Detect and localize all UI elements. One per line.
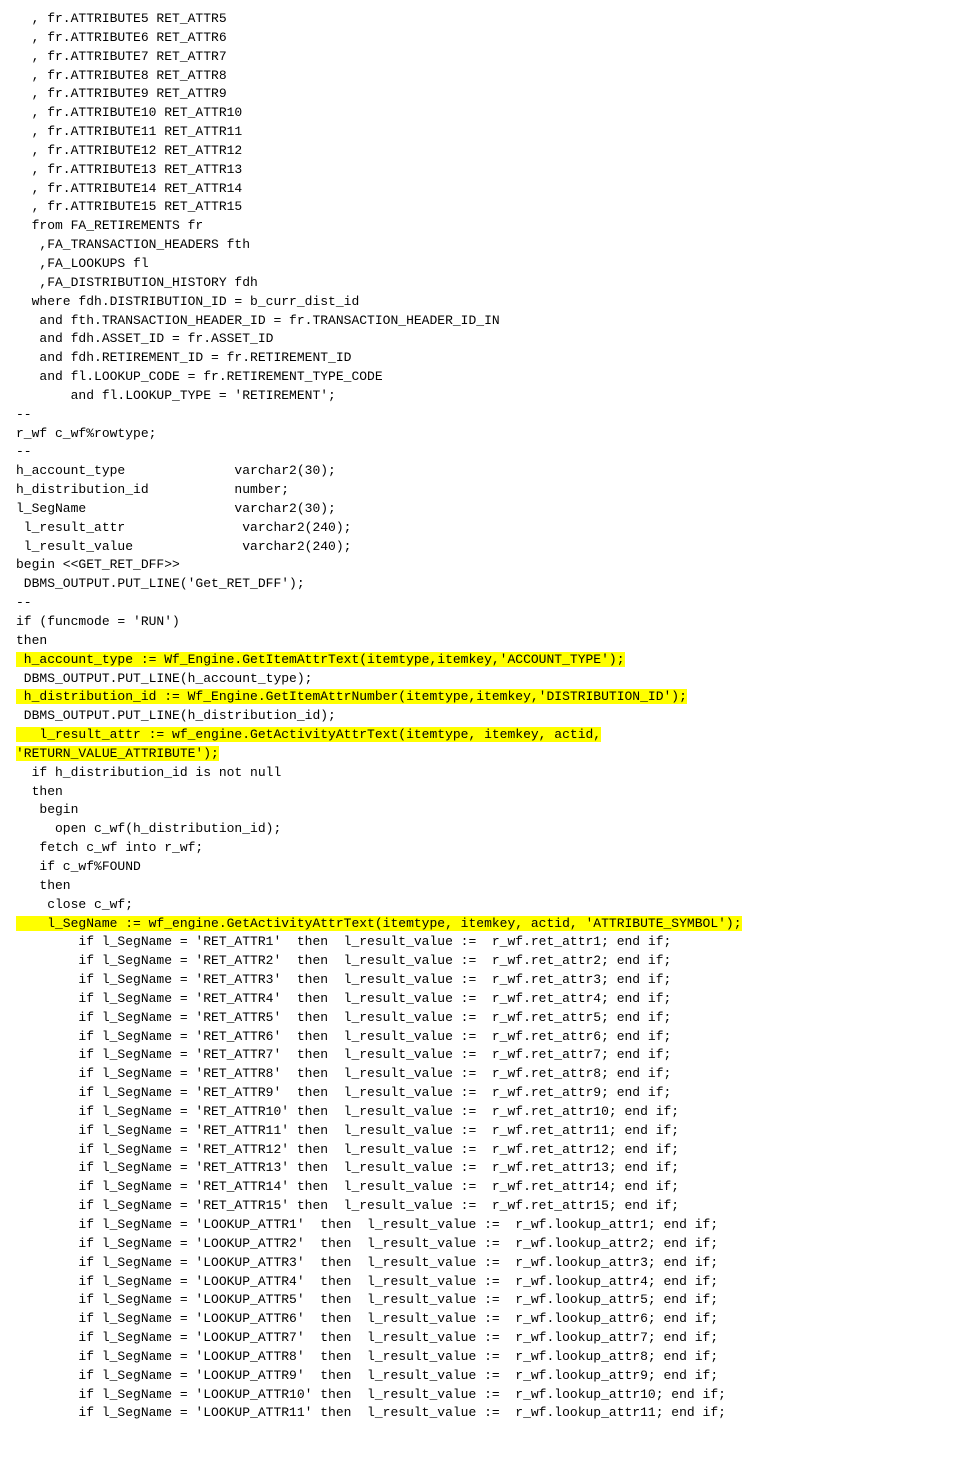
code-line: , fr.ATTRIBUTE6 RET_ATTR6 [16, 29, 944, 48]
code-line: begin <<GET_RET_DFF>> [16, 556, 944, 575]
code-line: , fr.ATTRIBUTE13 RET_ATTR13 [16, 161, 944, 180]
code-line: if l_SegName = 'LOOKUP_ATTR2' then l_res… [16, 1235, 944, 1254]
code-line: if l_SegName = 'LOOKUP_ATTR1' then l_res… [16, 1216, 944, 1235]
code-line: h_distribution_id := Wf_Engine.GetItemAt… [16, 688, 944, 707]
code-line: DBMS_OUTPUT.PUT_LINE(h_account_type); [16, 670, 944, 689]
code-line: if l_SegName = 'LOOKUP_ATTR3' then l_res… [16, 1254, 944, 1273]
code-line: if l_SegName = 'LOOKUP_ATTR8' then l_res… [16, 1348, 944, 1367]
code-line: ,FA_TRANSACTION_HEADERS fth [16, 236, 944, 255]
code-line: DBMS_OUTPUT.PUT_LINE('Get_RET_DFF'); [16, 575, 944, 594]
code-line: if l_SegName = 'RET_ATTR7' then l_result… [16, 1046, 944, 1065]
code-line: , fr.ATTRIBUTE5 RET_ATTR5 [16, 10, 944, 29]
code-line: l_result_attr := wf_engine.GetActivityAt… [16, 726, 944, 745]
code-line: if l_SegName = 'RET_ATTR9' then l_result… [16, 1084, 944, 1103]
code-line: , fr.ATTRIBUTE7 RET_ATTR7 [16, 48, 944, 67]
code-line: if l_SegName = 'RET_ATTR10' then l_resul… [16, 1103, 944, 1122]
code-line: , fr.ATTRIBUTE14 RET_ATTR14 [16, 180, 944, 199]
code-line: , fr.ATTRIBUTE9 RET_ATTR9 [16, 85, 944, 104]
code-line: l_SegName := wf_engine.GetActivityAttrTe… [16, 915, 944, 934]
code-line: close c_wf; [16, 896, 944, 915]
code-line: r_wf c_wf%rowtype; [16, 425, 944, 444]
code-line: if l_SegName = 'RET_ATTR4' then l_result… [16, 990, 944, 1009]
code-line: if l_SegName = 'RET_ATTR8' then l_result… [16, 1065, 944, 1084]
code-line: if l_SegName = 'LOOKUP_ATTR9' then l_res… [16, 1367, 944, 1386]
code-line: , fr.ATTRIBUTE11 RET_ATTR11 [16, 123, 944, 142]
code-line: ,FA_DISTRIBUTION_HISTORY fdh [16, 274, 944, 293]
code-line: if l_SegName = 'RET_ATTR11' then l_resul… [16, 1122, 944, 1141]
code-line: if l_SegName = 'RET_ATTR5' then l_result… [16, 1009, 944, 1028]
code-line: if l_SegName = 'LOOKUP_ATTR11' then l_re… [16, 1404, 944, 1423]
code-line: if l_SegName = 'LOOKUP_ATTR4' then l_res… [16, 1273, 944, 1292]
code-line: h_account_type := Wf_Engine.GetItemAttrT… [16, 651, 944, 670]
code-line: -- [16, 443, 944, 462]
code-line: where fdh.DISTRIBUTION_ID = b_curr_dist_… [16, 293, 944, 312]
code-line: l_result_attr varchar2(240); [16, 519, 944, 538]
code-line: DBMS_OUTPUT.PUT_LINE(h_distribution_id); [16, 707, 944, 726]
code-line: if l_SegName = 'LOOKUP_ATTR5' then l_res… [16, 1291, 944, 1310]
code-line: and fdh.RETIREMENT_ID = fr.RETIREMENT_ID [16, 349, 944, 368]
code-line: , fr.ATTRIBUTE8 RET_ATTR8 [16, 67, 944, 86]
code-line: if l_SegName = 'RET_ATTR12' then l_resul… [16, 1141, 944, 1160]
code-line: if l_SegName = 'RET_ATTR2' then l_result… [16, 952, 944, 971]
code-line: if l_SegName = 'RET_ATTR1' then l_result… [16, 933, 944, 952]
code-line: then [16, 877, 944, 896]
code-line: and fth.TRANSACTION_HEADER_ID = fr.TRANS… [16, 312, 944, 331]
code-line: if h_distribution_id is not null [16, 764, 944, 783]
code-line: begin [16, 801, 944, 820]
code-line: if l_SegName = 'RET_ATTR15' then l_resul… [16, 1197, 944, 1216]
code-line: if (funcmode = 'RUN') [16, 613, 944, 632]
code-line: then [16, 632, 944, 651]
code-line: if l_SegName = 'LOOKUP_ATTR7' then l_res… [16, 1329, 944, 1348]
code-line: and fdh.ASSET_ID = fr.ASSET_ID [16, 330, 944, 349]
code-line: from FA_RETIREMENTS fr [16, 217, 944, 236]
code-line: l_SegName varchar2(30); [16, 500, 944, 519]
code-editor: , fr.ATTRIBUTE5 RET_ATTR5 , fr.ATTRIBUTE… [16, 10, 944, 1423]
code-line: if l_SegName = 'RET_ATTR3' then l_result… [16, 971, 944, 990]
code-line: if l_SegName = 'LOOKUP_ATTR6' then l_res… [16, 1310, 944, 1329]
code-line: , fr.ATTRIBUTE12 RET_ATTR12 [16, 142, 944, 161]
code-line: if l_SegName = 'RET_ATTR14' then l_resul… [16, 1178, 944, 1197]
code-line: and fl.LOOKUP_CODE = fr.RETIREMENT_TYPE_… [16, 368, 944, 387]
code-line: if l_SegName = 'RET_ATTR6' then l_result… [16, 1028, 944, 1047]
code-line: ,FA_LOOKUPS fl [16, 255, 944, 274]
code-line: open c_wf(h_distribution_id); [16, 820, 944, 839]
code-line: , fr.ATTRIBUTE10 RET_ATTR10 [16, 104, 944, 123]
code-line: if c_wf%FOUND [16, 858, 944, 877]
code-line: and fl.LOOKUP_TYPE = 'RETIREMENT'; [16, 387, 944, 406]
code-line: then [16, 783, 944, 802]
code-line: if l_SegName = 'LOOKUP_ATTR10' then l_re… [16, 1386, 944, 1405]
code-line: 'RETURN_VALUE_ATTRIBUTE'); [16, 745, 944, 764]
code-line: h_distribution_id number; [16, 481, 944, 500]
code-line: -- [16, 594, 944, 613]
code-line: l_result_value varchar2(240); [16, 538, 944, 557]
code-line: , fr.ATTRIBUTE15 RET_ATTR15 [16, 198, 944, 217]
code-line: if l_SegName = 'RET_ATTR13' then l_resul… [16, 1159, 944, 1178]
code-line: -- [16, 406, 944, 425]
code-line: h_account_type varchar2(30); [16, 462, 944, 481]
code-line: fetch c_wf into r_wf; [16, 839, 944, 858]
